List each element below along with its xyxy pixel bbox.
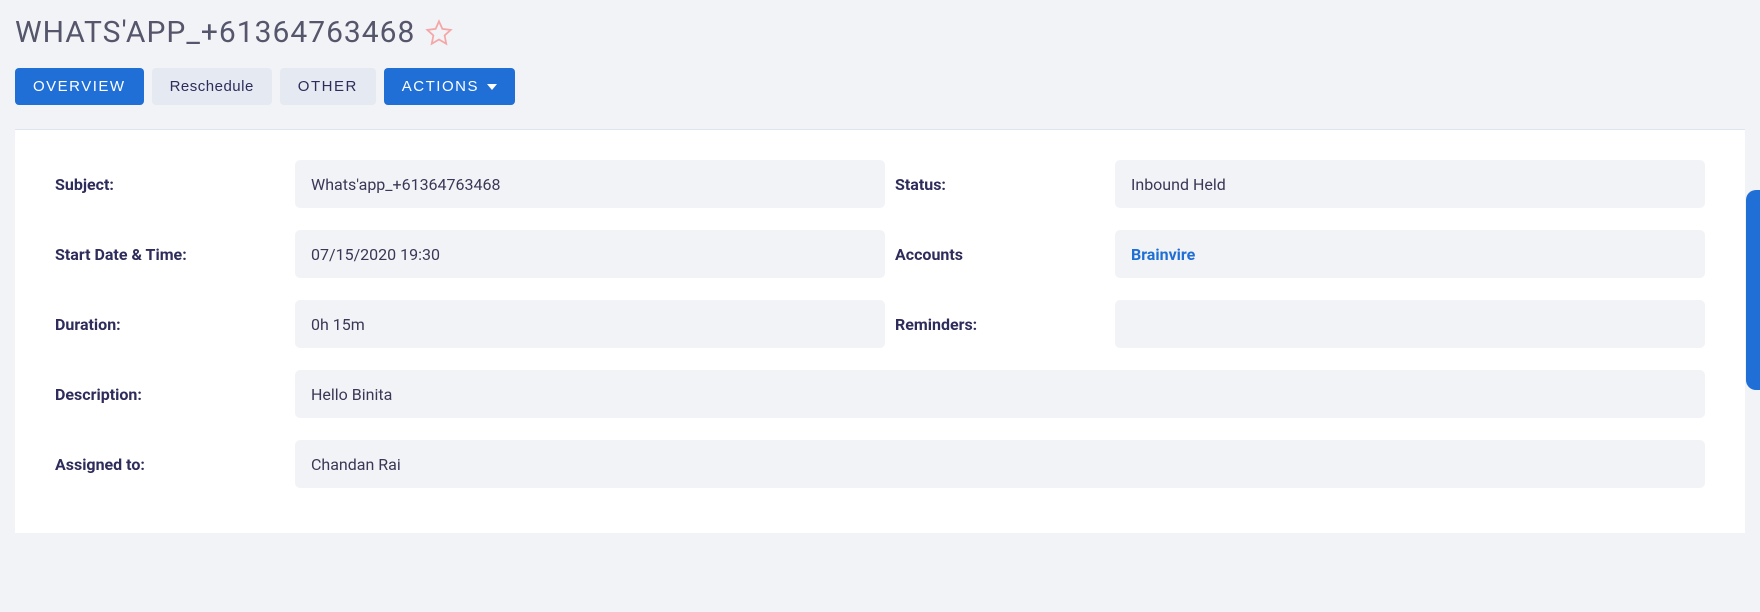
- label-subject: Subject:: [55, 175, 285, 194]
- label-description: Description:: [55, 385, 285, 404]
- value-subject: Whats'app_+61364763468: [295, 160, 885, 208]
- tab-overview[interactable]: OVERVIEW: [15, 68, 144, 105]
- tab-reschedule[interactable]: Reschedule: [152, 68, 272, 105]
- label-assigned: Assigned to:: [55, 455, 285, 474]
- label-start: Start Date & Time:: [55, 245, 285, 264]
- tab-actions[interactable]: ACTIONS: [384, 68, 515, 105]
- label-reminders: Reminders:: [895, 315, 1105, 334]
- tab-reschedule-label: Reschedule: [170, 78, 254, 95]
- side-handle[interactable]: [1746, 190, 1760, 390]
- value-assigned: Chandan Rai: [295, 440, 1705, 488]
- tab-actions-label: ACTIONS: [402, 78, 479, 95]
- value-accounts-link[interactable]: Brainvire: [1115, 230, 1705, 278]
- label-duration: Duration:: [55, 315, 285, 334]
- tab-overview-label: OVERVIEW: [33, 78, 126, 95]
- page-title: WHATS'APP_+61364763468: [15, 15, 415, 50]
- tab-other[interactable]: OTHER: [280, 68, 376, 105]
- label-accounts: Accounts: [895, 245, 1105, 264]
- value-description: Hello Binita: [295, 370, 1705, 418]
- value-duration: 0h 15m: [295, 300, 885, 348]
- details-grid: Subject: Whats'app_+61364763468 Status: …: [55, 160, 1705, 488]
- chevron-down-icon: [487, 84, 497, 90]
- label-status: Status:: [895, 175, 1105, 194]
- value-start: 07/15/2020 19:30: [295, 230, 885, 278]
- value-reminders: [1115, 300, 1705, 348]
- favorite-star-icon[interactable]: [425, 19, 453, 47]
- header-bar: WHATS'APP_+61364763468: [15, 15, 1745, 50]
- value-status: Inbound Held: [1115, 160, 1705, 208]
- tab-bar: OVERVIEW Reschedule OTHER ACTIONS: [15, 68, 1745, 105]
- tab-other-label: OTHER: [298, 78, 358, 95]
- details-panel: Subject: Whats'app_+61364763468 Status: …: [15, 129, 1745, 533]
